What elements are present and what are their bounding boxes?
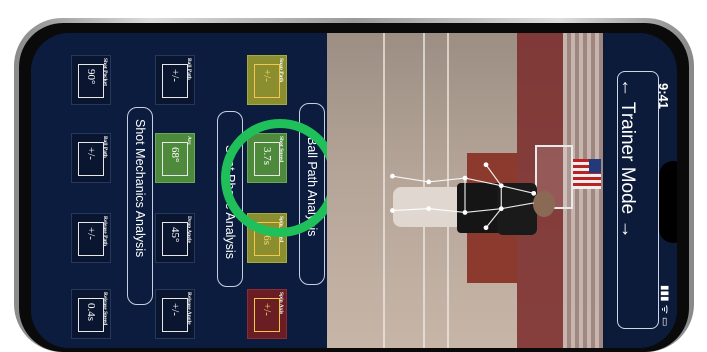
trainer-mode-toggle[interactable]: ← Trainer Mode → xyxy=(617,71,659,329)
metric-drop-angle[interactable]: Drop Angle 45° xyxy=(155,213,195,263)
metric-release-speed[interactable]: Release Speed 0.4s xyxy=(71,289,111,339)
phone-bezel: Shot Mechanics Analysis Shot Phase Analy… xyxy=(19,23,689,352)
metric-spin-axis[interactable]: Spin Axis +/- xyxy=(247,289,287,339)
metric-ball-path-1[interactable]: Ball Path +/- xyxy=(71,133,111,183)
metric-shot-pocket[interactable]: Shot Pocket 90° xyxy=(71,55,111,105)
status-time: 9:41 xyxy=(656,83,671,110)
metric-value: 45° xyxy=(169,227,181,243)
analysis-panel: Shot Mechanics Analysis Shot Phase Analy… xyxy=(31,33,339,348)
metric-value: +/- xyxy=(261,69,273,82)
phone-screen: Shot Mechanics Analysis Shot Phase Analy… xyxy=(31,33,677,348)
phone-frame: Shot Mechanics Analysis Shot Phase Analy… xyxy=(14,18,694,352)
shot-mechanics-label: Shot Mechanics Analysis xyxy=(133,119,147,258)
trainer-mode-title: ← Trainer Mode → xyxy=(617,78,638,239)
metric-release-path[interactable]: Release Path +/- xyxy=(71,213,111,263)
metric-release-angle[interactable]: Release Angle +/- xyxy=(155,289,195,339)
signal-wifi-battery-icon: ▮▮▮ ᯤ ▭ xyxy=(659,285,670,327)
metric-value: 90° xyxy=(85,69,97,85)
highlight-ring xyxy=(221,119,339,237)
metric-value: +/- xyxy=(169,69,181,82)
metric-arc[interactable]: Arc 68° xyxy=(155,133,195,183)
metric-snap-path[interactable]: Snap Path +/- xyxy=(247,55,287,105)
pose-skeleton-overlay xyxy=(390,162,537,231)
dynamic-island xyxy=(659,161,677,243)
metric-value: +/- xyxy=(169,303,181,316)
metric-value: +/- xyxy=(85,227,97,240)
training-video[interactable] xyxy=(327,33,603,348)
metric-ball-path-2[interactable]: Ball Path +/- xyxy=(155,55,195,105)
metric-value: 0.4s xyxy=(85,303,97,322)
metric-value: +/- xyxy=(85,147,97,160)
metric-value: +/- xyxy=(261,303,273,316)
metric-value: 68° xyxy=(169,147,181,163)
